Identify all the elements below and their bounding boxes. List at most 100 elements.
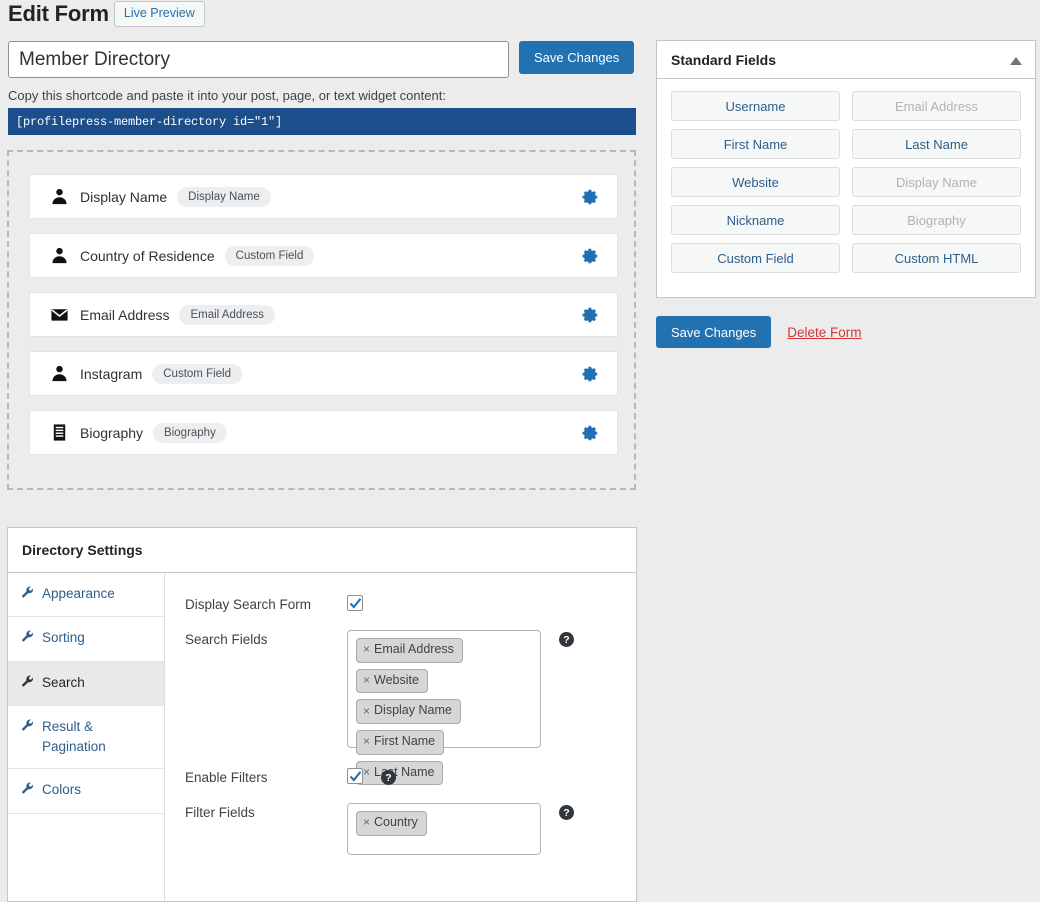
tag-label: Website [374, 672, 419, 687]
gear-icon[interactable] [581, 424, 599, 442]
document-icon [48, 423, 70, 442]
form-field-row[interactable]: Biography Biography [29, 410, 618, 455]
tag-item[interactable]: × Email Address [356, 638, 463, 663]
tag-label: First Name [374, 733, 436, 748]
form-field-type-badge: Custom Field [224, 245, 315, 266]
form-field-label: Instagram [80, 365, 143, 382]
standard-field-button[interactable]: Custom HTML [852, 243, 1021, 273]
setting-control: × Country ? [347, 803, 574, 855]
wrench-icon [21, 629, 34, 649]
standard-fields-panel: Standard Fields Username Email Address Fir… [656, 40, 1036, 298]
form-title-row: Save Changes [8, 41, 635, 78]
standard-field-button[interactable]: Custom Field [671, 243, 840, 273]
setting-control [347, 595, 363, 611]
settings-tab-search[interactable]: Search [8, 661, 164, 706]
user-icon [48, 187, 70, 206]
form-field-row[interactable]: Email Address Email Address [29, 292, 618, 337]
wrench-icon [21, 674, 34, 694]
directory-settings-panel: Directory Settings Appearance Sorting Sear… [7, 527, 637, 902]
setting-label: Enable Filters [185, 770, 268, 785]
help-icon-search-fields[interactable]: ? [559, 632, 574, 647]
tag-item[interactable]: × Country [356, 811, 427, 836]
form-field-label: Country of Residence [80, 247, 215, 264]
directory-settings-tablist: Appearance Sorting Search Result & Paginati… [8, 573, 165, 901]
settings-tab-label: Colors [42, 782, 82, 798]
standard-field-button[interactable]: First Name [671, 129, 840, 159]
wrench-icon [21, 781, 34, 801]
panel-actions: Save Changes Delete Form [656, 316, 862, 348]
form-field-row[interactable]: Instagram Custom Field [29, 351, 618, 396]
settings-tab-appearance[interactable]: Appearance [8, 573, 164, 618]
settings-tab-colors[interactable]: Colors [8, 769, 164, 814]
standard-fields-header: Standard Fields [657, 41, 1035, 79]
form-field-type-badge: Biography [153, 422, 227, 443]
save-changes-button-top[interactable]: Save Changes [519, 41, 635, 74]
help-icon-filter-fields[interactable]: ? [559, 805, 574, 820]
enable-filters-checkbox[interactable] [347, 768, 363, 784]
standard-field-button[interactable]: Nickname [671, 205, 840, 235]
settings-tab-label: Sorting [42, 630, 85, 646]
setting-search-fields: Search Fields × Email Address × Website × Dis… [185, 630, 636, 786]
form-field-type-badge: Email Address [179, 304, 275, 325]
filter-fields-tag-input[interactable]: × Country [347, 803, 541, 855]
wrench-icon [21, 718, 34, 738]
standard-field-button[interactable]: Website [671, 167, 840, 197]
standard-fields-grid: Username Email Address First Name Last Name… [657, 79, 1035, 285]
page-header: Edit Form Live Preview [8, 0, 205, 28]
directory-settings-content: Display Search Form Search Fields × Email… [165, 573, 636, 901]
shortcode-hint: Copy this shortcode and paste it into yo… [8, 88, 446, 103]
wrench-icon [21, 585, 34, 605]
page-title: Edit Form [8, 1, 109, 26]
user-icon [48, 246, 70, 265]
shortcode-display[interactable]: [profilepress-member-directory id="1"] [8, 108, 636, 135]
tag-label: Display Name [374, 703, 452, 718]
standard-field-button: Email Address [852, 91, 1021, 121]
setting-control: ? [347, 768, 396, 785]
search-fields-tag-input[interactable]: × Email Address × Website × Display Name × Firs… [347, 630, 541, 786]
setting-filter-fields: Filter Fields × Country ? [185, 803, 636, 855]
setting-control: × Email Address × Website × Display Name × Firs… [347, 630, 574, 786]
tag-item[interactable]: × First Name [356, 729, 445, 755]
tag-item[interactable]: × Website [356, 668, 428, 694]
directory-settings-header: Directory Settings [8, 528, 636, 573]
settings-tab-label: Search [42, 674, 85, 690]
settings-tab-result-pagination[interactable]: Result & Pagination [8, 706, 164, 770]
chevron-up-icon[interactable] [1009, 54, 1023, 69]
standard-field-button: Display Name [852, 167, 1021, 197]
remove-tag-icon[interactable]: × [363, 673, 370, 688]
settings-tab-sorting[interactable]: Sorting [8, 617, 164, 662]
live-preview-button[interactable]: Live Preview [113, 1, 205, 27]
standard-field-button[interactable]: Username [671, 91, 840, 121]
form-field-label: Display Name [80, 188, 168, 205]
standard-field-button: Biography [852, 205, 1021, 235]
setting-display-search-form: Display Search Form [185, 595, 636, 612]
tag-item[interactable]: × Display Name [356, 699, 461, 724]
display-search-form-checkbox[interactable] [347, 595, 363, 611]
form-field-row[interactable]: Country of Residence Custom Field [29, 233, 618, 278]
setting-label: Filter Fields [185, 805, 255, 820]
remove-tag-icon[interactable]: × [363, 734, 370, 749]
directory-settings-title: Directory Settings [22, 542, 143, 558]
gear-icon[interactable] [581, 365, 599, 383]
standard-fields-title: Standard Fields [671, 51, 777, 68]
form-fields-dropzone[interactable]: Display Name Display Name Country of Resid… [7, 150, 636, 490]
delete-form-link[interactable]: Delete Form [787, 325, 861, 340]
setting-label: Search Fields [185, 632, 268, 647]
form-field-row[interactable]: Display Name Display Name [29, 174, 618, 219]
remove-tag-icon[interactable]: × [363, 642, 370, 657]
remove-tag-icon[interactable]: × [363, 815, 370, 830]
gear-icon[interactable] [581, 247, 599, 265]
form-field-type-badge: Custom Field [152, 363, 242, 384]
user-icon [48, 364, 70, 383]
standard-field-button[interactable]: Last Name [852, 129, 1021, 159]
setting-label: Display Search Form [185, 597, 312, 612]
help-icon-enable-filters[interactable]: ? [381, 770, 396, 785]
gear-icon[interactable] [581, 306, 599, 324]
gear-icon[interactable] [581, 188, 599, 206]
settings-tab-label: Appearance [42, 586, 115, 601]
remove-tag-icon[interactable]: × [363, 704, 370, 719]
form-title-input[interactable] [8, 41, 509, 78]
save-changes-button-panel[interactable]: Save Changes [656, 316, 772, 348]
form-field-label: Biography [80, 424, 144, 441]
tag-label: Email Address [374, 642, 454, 656]
